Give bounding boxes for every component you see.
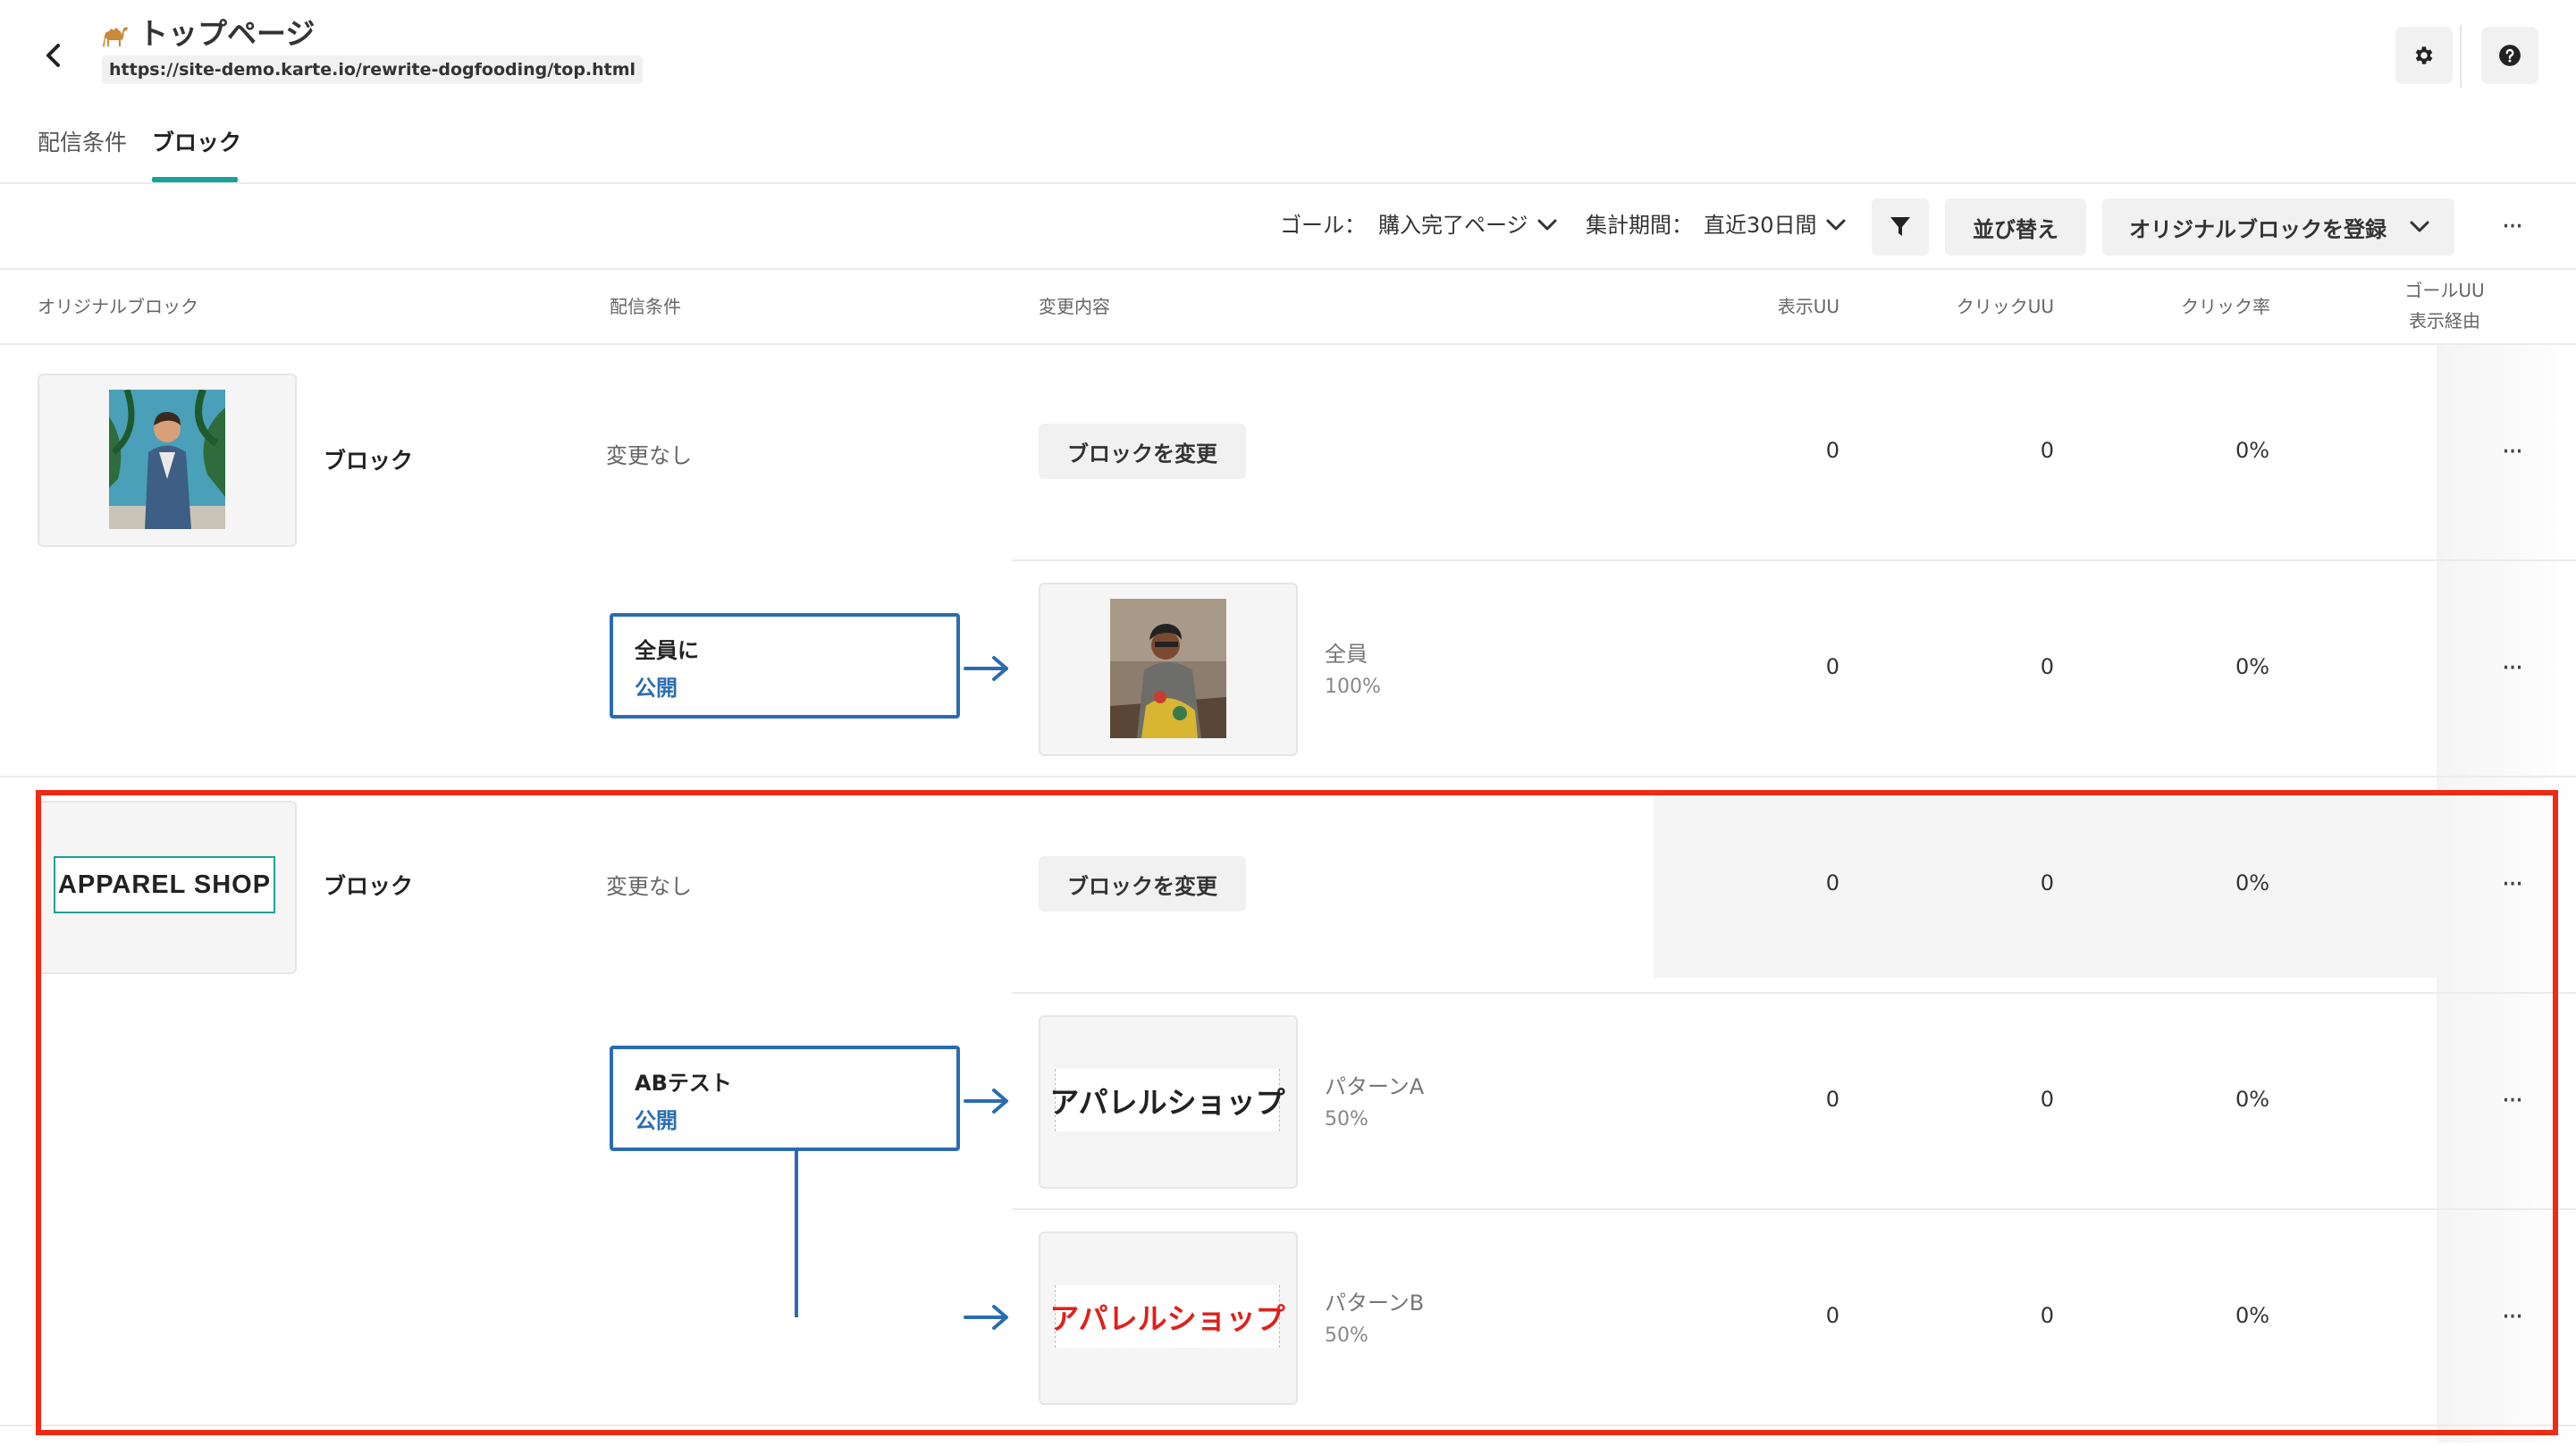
row-divider bbox=[1012, 992, 2576, 994]
chevron-down-icon bbox=[1537, 219, 1557, 231]
back-button[interactable] bbox=[36, 38, 72, 73]
chevron-left-icon bbox=[46, 44, 60, 67]
register-button-label: オリジナルブロックを登録 bbox=[2129, 216, 2387, 242]
block-label: ブロック bbox=[324, 448, 414, 474]
column-header-goal-uu: ゴールUU 表示経由 bbox=[2378, 275, 2512, 336]
goal-uu-line2: 表示経由 bbox=[2409, 310, 2480, 332]
question-circle-icon bbox=[2499, 45, 2521, 66]
click-uu-value: 0 bbox=[2040, 870, 2054, 895]
condition-box[interactable]: 全員に 公開 bbox=[610, 613, 960, 719]
period-value: 直近30日間 bbox=[1704, 213, 1817, 238]
period-select[interactable]: 直近30日間 bbox=[1704, 207, 1846, 243]
toolbar-divider bbox=[0, 268, 2576, 270]
block-divider bbox=[0, 1425, 2576, 1426]
condition-title: 全員に bbox=[635, 638, 699, 663]
connector-line bbox=[795, 1149, 798, 1317]
row-more-icon[interactable]: ··· bbox=[2494, 651, 2530, 686]
chevron-down-icon bbox=[2410, 221, 2429, 232]
apparel-shop-logo: APPAREL SHOP bbox=[54, 856, 275, 913]
goal-uu-line1: ゴールUU bbox=[2404, 280, 2485, 301]
original-block-thumbnail[interactable] bbox=[38, 374, 297, 547]
sort-button[interactable]: 並び替え bbox=[1945, 198, 2086, 256]
display-uu-value: 0 bbox=[1825, 1087, 1839, 1112]
pattern-a-banner: アパレルショップ bbox=[1049, 1069, 1285, 1131]
variant-ratio: 50% bbox=[1325, 1108, 1368, 1131]
more-horizontal-icon[interactable]: ··· bbox=[2494, 209, 2530, 245]
column-header-display-uu: 表示UU bbox=[1777, 296, 1839, 317]
no-change-text: 変更なし bbox=[606, 443, 692, 468]
click-rate-value: 0% bbox=[2235, 870, 2270, 895]
tab-delivery-conditions[interactable]: 配信条件 bbox=[38, 125, 127, 161]
variant-thumbnail[interactable] bbox=[1039, 583, 1298, 756]
row-more-icon[interactable]: ··· bbox=[2494, 867, 2530, 903]
column-header-click-rate: クリック率 bbox=[2181, 296, 2270, 317]
condition-status: 公開 bbox=[635, 1108, 678, 1133]
register-original-block-button[interactable]: オリジナルブロックを登録 bbox=[2102, 198, 2454, 256]
gear-icon bbox=[2415, 46, 2433, 64]
display-uu-value: 0 bbox=[1825, 438, 1839, 463]
click-rate-value: 0% bbox=[2235, 438, 2270, 463]
arrow-right-icon bbox=[964, 1305, 1008, 1330]
filter-icon bbox=[1890, 217, 1910, 236]
help-button[interactable] bbox=[2481, 27, 2538, 84]
display-uu-value: 0 bbox=[1825, 870, 1839, 895]
tab-blocks[interactable]: ブロック bbox=[152, 125, 241, 161]
arrow-right-icon bbox=[964, 1089, 1008, 1114]
click-rate-value: 0% bbox=[2235, 1087, 2270, 1112]
variant-name: 全員 bbox=[1325, 642, 1368, 667]
click-rate-value: 0% bbox=[2235, 1303, 2270, 1328]
man-photo-image bbox=[109, 390, 225, 529]
tabs-divider bbox=[0, 182, 2576, 184]
row-more-icon[interactable]: ··· bbox=[2494, 1299, 2530, 1335]
header-divider-line bbox=[0, 343, 2576, 345]
variant-name: パターンB bbox=[1325, 1290, 1425, 1316]
block-label: ブロック bbox=[324, 873, 414, 899]
click-rate-value: 0% bbox=[2235, 654, 2270, 679]
no-change-text: 変更なし bbox=[606, 874, 692, 899]
arrow-right-icon bbox=[964, 656, 1008, 681]
column-header-click-uu: クリックUU bbox=[1956, 296, 2054, 317]
variant-ratio: 100% bbox=[1325, 676, 1381, 698]
page-url[interactable]: https://site-demo.karte.io/rewrite-dogfo… bbox=[102, 55, 644, 84]
block-divider bbox=[0, 776, 2576, 778]
row-divider bbox=[1012, 1208, 2576, 1210]
click-uu-value: 0 bbox=[2040, 438, 2054, 463]
condition-title: ABテスト bbox=[635, 1071, 732, 1096]
woman-photo-image bbox=[1110, 599, 1226, 738]
original-block-thumbnail[interactable]: APPAREL SHOP bbox=[38, 801, 297, 974]
camel-icon bbox=[98, 20, 130, 52]
click-uu-value: 0 bbox=[2040, 654, 2054, 679]
click-uu-value: 0 bbox=[2040, 1087, 2054, 1112]
condition-box[interactable]: ABテスト 公開 bbox=[610, 1046, 960, 1151]
page-title: トップページ bbox=[139, 16, 316, 51]
period-label: 集計期間： bbox=[1586, 213, 1693, 238]
display-uu-value: 0 bbox=[1825, 1303, 1839, 1328]
variant-name: パターンA bbox=[1325, 1074, 1425, 1099]
variant-thumbnail[interactable]: アパレルショップ bbox=[1039, 1232, 1298, 1405]
goal-label: ゴール： bbox=[1280, 213, 1366, 238]
goal-select[interactable]: 購入完了ページ bbox=[1378, 207, 1557, 243]
row-more-icon[interactable]: ··· bbox=[2494, 1083, 2530, 1119]
goal-value: 購入完了ページ bbox=[1378, 213, 1528, 238]
change-block-button[interactable]: ブロックを変更 bbox=[1039, 424, 1246, 479]
settings-button[interactable] bbox=[2395, 27, 2453, 84]
chevron-down-icon bbox=[1826, 219, 1846, 231]
filter-button[interactable] bbox=[1872, 198, 1929, 256]
display-uu-value: 0 bbox=[1825, 654, 1839, 679]
column-header-condition: 配信条件 bbox=[610, 296, 681, 317]
variant-ratio: 50% bbox=[1325, 1324, 1368, 1347]
row-divider bbox=[1012, 559, 2576, 561]
variant-thumbnail[interactable]: アパレルショップ bbox=[1039, 1015, 1298, 1189]
condition-status: 公開 bbox=[635, 676, 678, 701]
change-block-button[interactable]: ブロックを変更 bbox=[1039, 856, 1246, 912]
row-more-icon[interactable]: ··· bbox=[2494, 434, 2530, 470]
pattern-b-banner: アパレルショップ bbox=[1049, 1285, 1285, 1348]
click-uu-value: 0 bbox=[2040, 1303, 2054, 1328]
logo-text: APPAREL SHOP bbox=[57, 870, 272, 899]
column-header-original-block: オリジナルブロック bbox=[38, 296, 198, 317]
header-divider bbox=[2460, 25, 2462, 88]
column-header-change: 変更内容 bbox=[1039, 296, 1110, 317]
